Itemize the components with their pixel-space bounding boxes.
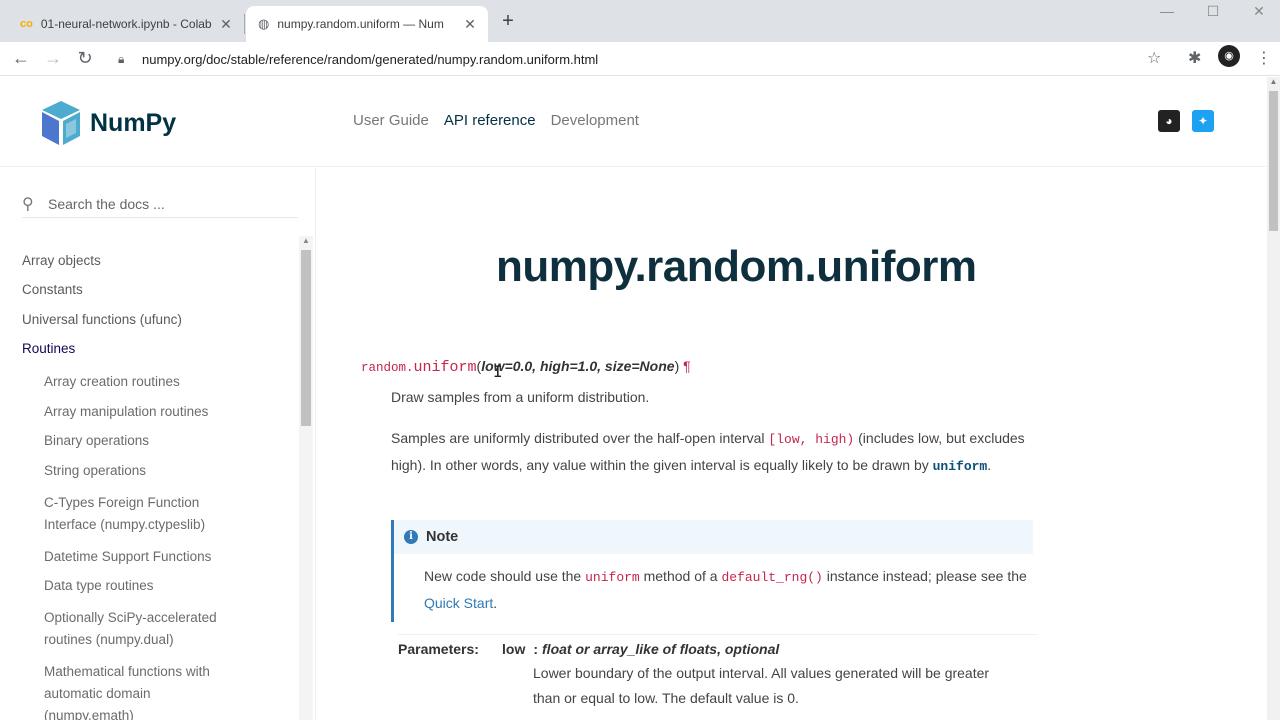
address-bar[interactable]: 🔒︎ numpy.org/doc/stable/reference/random… xyxy=(106,45,1176,73)
note-text: method of a xyxy=(639,568,722,584)
param-name: low xyxy=(502,641,526,657)
close-tab-icon[interactable]: ✕ xyxy=(218,16,234,33)
nav-development[interactable]: Development xyxy=(551,112,639,129)
sidebar-item-array-objects[interactable]: Array objects xyxy=(22,252,292,270)
parameters-section: Parameters: low : float or array_like of… xyxy=(398,634,1038,710)
reload-icon[interactable]: ↻ xyxy=(73,46,97,70)
page-scroll-thumb[interactable] xyxy=(1269,91,1278,231)
note-title: Note xyxy=(426,529,459,545)
url-text: numpy.org/doc/stable/reference/random/ge… xyxy=(142,51,599,67)
function-signature: random.uniform(low=0.0, high=1.0, size=N… xyxy=(361,358,691,376)
signature-params: low=0.0, high=1.0, size=None xyxy=(481,358,675,374)
lock-icon: 🔒︎ xyxy=(118,51,125,66)
note-header: i Note xyxy=(394,520,1033,554)
interval-code: [low, high) xyxy=(768,432,855,447)
globe-icon: ◍ xyxy=(258,16,270,31)
page-title: numpy.random.uniform xyxy=(496,242,977,291)
nav-user-guide[interactable]: User Guide xyxy=(353,112,429,129)
sidebar-item-ufunc[interactable]: Universal functions (ufunc) xyxy=(22,311,292,329)
param-type: float or array_like of floats, optional xyxy=(542,641,780,657)
search-icon: ⚲ xyxy=(22,195,34,213)
tab-title: 01-neural-network.ipynb - Colab xyxy=(40,17,212,31)
new-tab-button[interactable]: + xyxy=(498,10,518,32)
top-nav: User Guide API reference Development xyxy=(353,112,654,129)
parameter-row: Parameters: low : float or array_like of… xyxy=(398,641,1038,657)
text-cursor-icon: I xyxy=(493,362,503,381)
sidebar-scrollbar[interactable]: ▲ xyxy=(299,236,313,720)
uniform-code-link[interactable]: uniform xyxy=(933,459,988,474)
sidebar-item-array-creation[interactable]: Array creation routines xyxy=(22,373,292,391)
maximize-icon[interactable]: ☐ xyxy=(1190,0,1236,24)
note-text: instance instead; please see the xyxy=(822,568,1027,584)
colab-icon: co xyxy=(20,18,33,30)
parameters-label: Parameters: xyxy=(398,641,479,657)
sidebar-item-array-manipulation[interactable]: Array manipulation routines xyxy=(22,403,292,421)
sidebar-item-binary-operations[interactable]: Binary operations xyxy=(22,432,292,450)
site-header: NumPy User Guide API reference Developme… xyxy=(0,77,1267,167)
forward-arrow-icon[interactable]: → xyxy=(41,46,65,70)
note-admonition: i Note New code should use the uniform m… xyxy=(391,520,1033,622)
browser-tab-bar: co 01-neural-network.ipynb - Colab ✕ ◍ n… xyxy=(0,0,1280,42)
minimize-icon[interactable]: — xyxy=(1144,0,1190,24)
tab-colab[interactable]: co 01-neural-network.ipynb - Colab ✕ xyxy=(8,6,244,42)
window-close-icon[interactable]: ✕ xyxy=(1236,0,1280,24)
sidebar-item-scipy-accelerated[interactable]: Optionally SciPy-accelerated routines (n… xyxy=(22,607,247,651)
scroll-up-arrow-icon[interactable]: ▲ xyxy=(301,236,311,245)
note-text: . xyxy=(493,594,498,611)
numpy-cube-icon xyxy=(42,101,80,145)
page-scrollbar[interactable]: ▲ xyxy=(1267,77,1280,720)
profile-avatar-icon[interactable]: ◉ xyxy=(1218,45,1240,67)
sidebar: ⚲ Array objects Constants Universal func… xyxy=(0,168,316,720)
sidebar-scroll-thumb[interactable] xyxy=(301,250,311,426)
info-icon: i xyxy=(404,530,418,544)
logo-text: NumPy xyxy=(90,108,177,137)
sidebar-item-emath[interactable]: Mathematical functions with automatic do… xyxy=(22,661,232,720)
tab-numpy[interactable]: ◍ numpy.random.uniform — Num ✕ xyxy=(246,6,488,42)
twitter-icon[interactable]: ✦ xyxy=(1192,110,1214,132)
note-body: New code should use the uniform method o… xyxy=(394,554,1033,615)
tab-separator xyxy=(244,14,245,34)
note-code-uniform: uniform xyxy=(585,570,640,585)
extensions-puzzle-icon[interactable]: ✱ xyxy=(1188,48,1201,68)
signature-close-paren: ) xyxy=(674,358,680,374)
sidebar-item-datetime[interactable]: Datetime Support Functions xyxy=(22,548,292,566)
bookmark-star-icon[interactable]: ☆ xyxy=(1147,48,1161,68)
param-separator: : xyxy=(533,641,539,657)
summary-text: Draw samples from a uniform distribution… xyxy=(391,389,650,405)
main-content: numpy.random.uniform random.uniform(low=… xyxy=(316,168,1266,720)
sidebar-nav: Array objects Constants Universal functi… xyxy=(22,252,292,720)
nav-api-reference[interactable]: API reference xyxy=(444,112,536,129)
desc-text: . xyxy=(987,456,992,473)
back-arrow-icon[interactable]: ← xyxy=(9,46,33,70)
desc-text: Samples are uniformly distributed over t… xyxy=(391,430,769,446)
signature-name: uniform xyxy=(413,359,477,376)
quick-start-link[interactable]: Quick Start xyxy=(424,595,493,611)
page-scroll-up-icon[interactable]: ▲ xyxy=(1267,77,1280,86)
description-paragraph: Samples are uniformly distributed over t… xyxy=(391,426,1031,479)
note-text: New code should use the xyxy=(424,568,586,584)
permalink-icon[interactable]: ¶ xyxy=(683,358,691,374)
note-code-default-rng: default_rng() xyxy=(721,570,823,585)
sidebar-item-data-type[interactable]: Data type routines xyxy=(22,577,292,595)
sidebar-item-ctypes[interactable]: C-Types Foreign Function Interface (nump… xyxy=(22,492,242,536)
search-input[interactable] xyxy=(48,195,288,212)
param-description: Lower boundary of the output interval. A… xyxy=(533,665,990,706)
close-tab-icon[interactable]: ✕ xyxy=(462,16,478,33)
menu-kebab-icon[interactable]: ⋮ xyxy=(1256,48,1272,68)
github-icon[interactable]: ◕ xyxy=(1158,110,1180,132)
sidebar-item-constants[interactable]: Constants xyxy=(22,281,292,299)
signature-prefix: random. xyxy=(361,361,414,375)
browser-toolbar: ← → ↻ 🔒︎ numpy.org/doc/stable/reference/… xyxy=(0,42,1280,76)
sidebar-item-string-operations[interactable]: String operations xyxy=(22,462,292,480)
sidebar-item-routines[interactable]: Routines xyxy=(22,340,292,358)
search-box: ⚲ xyxy=(22,190,298,218)
tab-title: numpy.random.uniform — Num xyxy=(277,17,444,31)
numpy-logo[interactable]: NumPy xyxy=(38,99,176,147)
